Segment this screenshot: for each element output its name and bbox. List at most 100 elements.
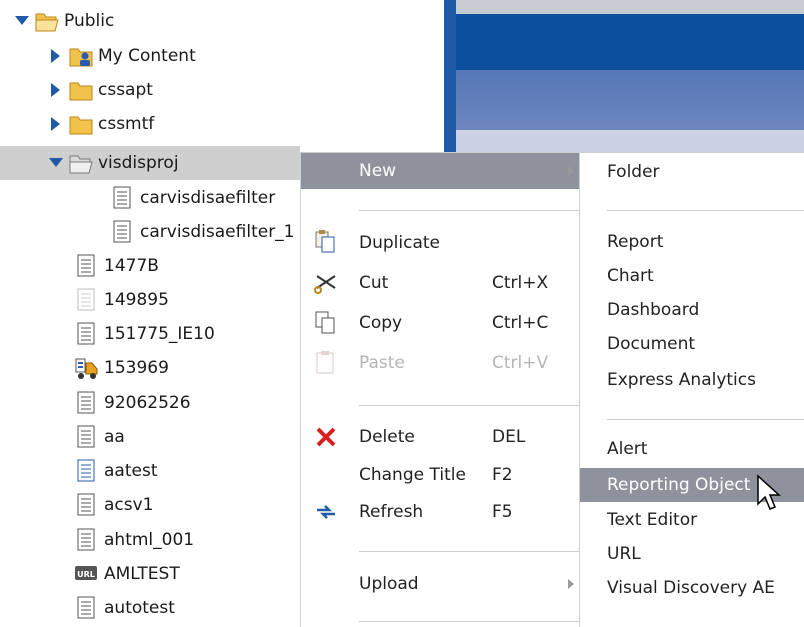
tree-node-92062526[interactable]: 92062526 (74, 386, 191, 420)
paste-icon (313, 350, 339, 376)
tree-node-label: ahtml_001 (104, 530, 195, 550)
folder-icon (68, 112, 94, 136)
submenu-item-visual-discovery[interactable]: Visual Discovery AE (580, 571, 804, 605)
tree-node-carvisdisaefilter[interactable]: carvisdisaefilter (110, 181, 275, 215)
submenu-arrow-icon (568, 166, 574, 176)
menu-item-duplicate[interactable]: Duplicate (301, 225, 580, 261)
truck-icon (74, 356, 100, 380)
tree-node-149895[interactable]: 149895 (74, 283, 169, 317)
new-submenu: Folder Report Chart Dashboard Document E… (579, 152, 804, 627)
tree-node-acsv1[interactable]: acsv1 (74, 488, 154, 522)
tree-node-label: visdisproj (98, 153, 179, 173)
app-top-band (456, 0, 804, 14)
chevron-right-icon[interactable] (48, 116, 64, 132)
tree-node-ahtml-001[interactable]: ahtml_001 (74, 523, 194, 557)
submenu-item-document[interactable]: Document (580, 327, 804, 361)
folder-open-icon (34, 9, 60, 33)
submenu-item-chart[interactable]: Chart (580, 259, 804, 293)
tree-node-label: 92062526 (104, 393, 191, 413)
submenu-item-label: Dashboard (607, 300, 700, 320)
menu-item-copy[interactable]: Copy Ctrl+C (301, 305, 580, 341)
tree-node-label: 149895 (104, 290, 169, 310)
tree-node-label: 1477B (104, 256, 159, 276)
submenu-item-url[interactable]: URL (580, 537, 804, 571)
menu-item-upload[interactable]: Upload (301, 566, 580, 602)
document-icon (74, 322, 100, 346)
submenu-item-label: Report (607, 232, 664, 252)
tree-node-aa[interactable]: aa (74, 420, 125, 454)
menu-shortcut: Ctrl+V (492, 353, 549, 373)
tree-node-amltest[interactable]: URL AMLTEST (74, 557, 180, 591)
menu-item-cut[interactable]: Cut Ctrl+X (301, 265, 580, 301)
tree-node-label: aa (104, 427, 125, 447)
tree-node-label: 153969 (104, 358, 169, 378)
menu-item-new[interactable]: New (301, 153, 580, 189)
document-icon (110, 220, 136, 244)
url-icon: URL (74, 562, 100, 586)
tree-node-151775-ie10[interactable]: 151775_IE10 (74, 317, 215, 351)
tree-node-my-content[interactable]: My Content (48, 39, 196, 73)
tree-node-cssmtf[interactable]: cssmtf (48, 107, 154, 141)
tree-node-label: cssmtf (98, 114, 155, 134)
menu-item-label: Delete (359, 427, 415, 447)
menu-item-label: Duplicate (359, 233, 440, 253)
menu-item-paste[interactable]: Paste Ctrl+V (301, 345, 580, 381)
submenu-arrow-icon (568, 579, 574, 589)
document-icon (110, 186, 136, 210)
refresh-icon (313, 499, 339, 525)
menu-item-refresh[interactable]: Refresh F5 (301, 494, 580, 530)
submenu-item-label: Express Analytics (607, 370, 756, 390)
submenu-item-express-analytics[interactable]: Express Analytics (580, 363, 804, 397)
submenu-item-alert[interactable]: Alert (580, 432, 804, 466)
submenu-item-report[interactable]: Report (580, 225, 804, 259)
menu-separator (359, 621, 580, 622)
document-icon (74, 254, 100, 278)
tree-node-1477b[interactable]: 1477B (74, 249, 159, 283)
submenu-item-label: Folder (607, 162, 660, 182)
folder-open-gray-icon (68, 151, 94, 175)
chevron-down-icon[interactable] (14, 13, 30, 29)
tree-node-label: cssapt (98, 80, 153, 100)
submenu-item-dashboard[interactable]: Dashboard (580, 293, 804, 327)
submenu-separator (607, 210, 804, 211)
app-header-bar (456, 14, 804, 70)
tree-node-cssapt[interactable]: cssapt (48, 73, 153, 107)
tree-node-visdisproj[interactable]: visdisproj (0, 146, 300, 180)
document-icon (74, 596, 100, 620)
tree-node-label: carvisdisaefilter_1 (140, 222, 295, 242)
submenu-item-label: Reporting Object (607, 475, 751, 495)
menu-separator (359, 210, 580, 211)
submenu-item-label: Visual Discovery AE (607, 578, 775, 598)
tree-node-label: Public (64, 11, 115, 31)
menu-item-label: Change Title (359, 465, 466, 485)
chevron-right-icon[interactable] (48, 48, 64, 64)
submenu-item-label: Chart (607, 266, 654, 286)
tree-node-label: 151775_IE10 (104, 324, 215, 344)
tree-node-public[interactable]: Public (14, 4, 114, 38)
menu-item-change-title[interactable]: Change Title F2 (301, 457, 580, 493)
document-icon (74, 493, 100, 517)
menu-item-delete[interactable]: Delete DEL (301, 419, 580, 455)
tree-node-aatest[interactable]: aatest (74, 454, 157, 488)
menu-item-label: Refresh (359, 502, 424, 522)
tree-node-autotest[interactable]: autotest (74, 591, 175, 625)
menu-item-label: Copy (359, 313, 403, 333)
delete-x-icon (313, 424, 339, 450)
menu-separator (359, 405, 580, 406)
tree-node-carvisdisaefilter-1[interactable]: carvisdisaefilter_1 (110, 215, 295, 249)
menu-item-label: Upload (359, 574, 419, 594)
submenu-item-label: Text Editor (607, 510, 698, 530)
document-icon (74, 528, 100, 552)
submenu-item-label: Alert (607, 439, 648, 459)
tree-node-label: autotest (104, 598, 175, 618)
tree-node-label: My Content (98, 46, 196, 66)
tree-node-label: acsv1 (104, 495, 154, 515)
tree-node-153969[interactable]: 153969 (74, 351, 169, 385)
chevron-down-icon[interactable] (48, 155, 64, 171)
scissors-icon (313, 270, 339, 296)
context-menu: New Duplicate Cut Ctrl+X Copy Ctrl+C Pas… (300, 152, 580, 627)
chevron-right-icon[interactable] (48, 82, 64, 98)
submenu-item-folder[interactable]: Folder (580, 155, 804, 189)
mouse-pointer-icon (756, 474, 782, 514)
submenu-separator (607, 419, 804, 420)
